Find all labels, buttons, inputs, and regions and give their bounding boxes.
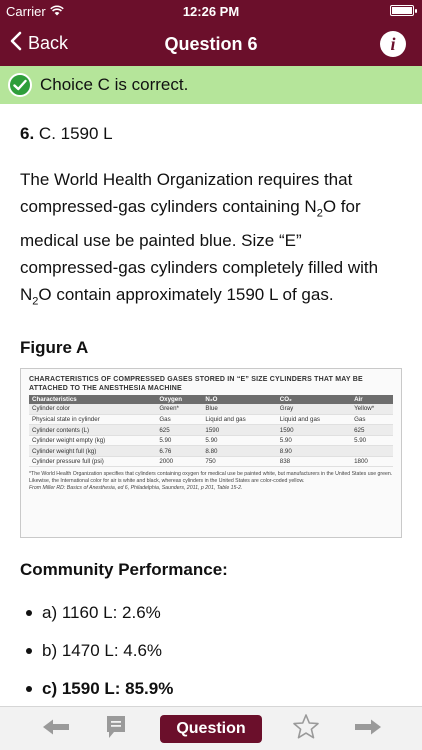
explanation-part-1: The World Health Organization requires t… — [20, 170, 353, 216]
table-cell: 6.76 — [156, 445, 203, 457]
question-number: 6. — [20, 124, 35, 143]
table-cell — [351, 445, 393, 457]
battery-icon — [390, 5, 417, 16]
bullet-icon — [26, 610, 32, 617]
top-bar: Carrier 12:26 PM Back Question 6 i — [0, 0, 422, 66]
navigation-bar: Back Question 6 i — [0, 22, 422, 66]
star-icon — [292, 713, 320, 745]
arrow-right-icon — [353, 718, 383, 741]
table-cell: 5.90 — [202, 435, 277, 447]
arrow-left-icon — [41, 718, 71, 741]
table-cell: 2000 — [156, 456, 203, 468]
correct-answer: 6. C. 1590 L — [20, 124, 402, 144]
table-cell: Gray — [276, 403, 352, 415]
table-cell: Liquid and gas — [276, 414, 352, 426]
figure-source: From Miller RD: Basics of Anesthesia, ed… — [29, 485, 243, 492]
table-cell: Cylinder color — [29, 403, 157, 415]
table-cell: Physical state in cylinder — [29, 414, 157, 426]
choice-a-stat: a) 1160 L: 2.6% — [42, 603, 161, 623]
bottom-toolbar: Question — [0, 706, 422, 750]
notes-button[interactable] — [102, 715, 130, 743]
previous-button[interactable] — [38, 715, 74, 743]
table-cell: Cylinder weight empty (kg) — [29, 435, 157, 447]
table-cell: 1590 — [276, 424, 352, 436]
choice-b-stat: b) 1470 L: 4.6% — [42, 641, 163, 661]
explanation-content: 6. C. 1590 L The World Health Organizati… — [20, 104, 402, 716]
list-item: c) 1590 L: 85.9% — [20, 678, 402, 701]
figure-table-body: Cylinder color Green* Blue Gray Yellow* Physi… — [29, 403, 393, 468]
table-row: Cylinder weight full (kg) 6.76 8.80 8.90 — [29, 445, 393, 457]
list-item: b) 1470 L: 4.6% — [20, 640, 402, 663]
table-cell: 5.90 — [156, 435, 203, 447]
explanation-part-3: O contain approximately 1590 L of gas. — [38, 285, 334, 305]
table-cell: Cylinder pressure full (psi) — [29, 456, 157, 468]
table-row: Cylinder contents (L) 625 1590 1590 625 — [29, 424, 393, 436]
figure-image[interactable]: CHARACTERISTICS OF COMPRESSED GASES STOR… — [20, 367, 402, 538]
figure-footnote: *The World Health Organization specifies… — [29, 471, 393, 484]
table-cell: Gas — [156, 414, 203, 426]
table-cell: Green* — [156, 403, 203, 415]
table-cell: Cylinder weight full (kg) — [29, 445, 157, 457]
next-button[interactable] — [350, 715, 386, 743]
table-cell: Gas — [351, 414, 393, 426]
explanation-text: The World Health Organization requires t… — [20, 166, 402, 316]
table-row: Cylinder weight empty (kg) 5.90 5.90 5.90 5.… — [29, 435, 393, 447]
table-row: Cylinder color Green* Blue Gray Yellow* — [29, 403, 393, 415]
table-cell: 1590 — [202, 424, 277, 436]
figure-table: Characteristics Oxygen N₂O CO₂ Air Cylinder … — [29, 394, 393, 468]
table-cell: 625 — [351, 424, 393, 436]
figure-heading: Figure A — [20, 337, 89, 357]
info-icon[interactable]: i — [380, 31, 406, 57]
figure-column-header: CO₂ — [276, 394, 352, 404]
community-list: a) 1160 L: 2.6% b) 1470 L: 4.6% c) 1590 … — [20, 602, 402, 701]
status-time: 12:26 PM — [182, 4, 240, 19]
notes-icon — [104, 714, 128, 745]
bullet-icon — [26, 648, 32, 655]
table-cell: Yellow* — [351, 403, 393, 415]
community-heading: Community Performance: — [20, 559, 228, 579]
table-cell: 625 — [156, 424, 203, 436]
bullet-icon — [26, 686, 32, 693]
table-cell: 5.90 — [351, 435, 393, 447]
table-cell: 5.90 — [276, 435, 352, 447]
result-banner: Choice C is correct. — [0, 66, 422, 104]
table-cell: 838 — [276, 456, 352, 468]
figure-title: CHARACTERISTICS OF COMPRESSED GASES STOR… — [29, 375, 363, 392]
answer-text: C. 1590 L — [38, 124, 113, 143]
status-bar: Carrier 12:26 PM — [0, 0, 422, 22]
check-circle-icon — [8, 73, 32, 97]
table-row: Physical state in cylinder Gas Liquid and … — [29, 414, 393, 426]
figure-column-header: Characteristics — [29, 394, 157, 404]
bookmark-button[interactable] — [290, 713, 322, 745]
table-cell: 8.80 — [202, 445, 277, 457]
table-cell: 1800 — [351, 456, 393, 468]
table-cell: 8.90 — [276, 445, 352, 457]
result-text: Choice C is correct. — [40, 75, 189, 94]
table-cell: Blue — [202, 403, 277, 415]
question-button[interactable]: Question — [160, 715, 262, 743]
table-cell: 750 — [202, 456, 277, 468]
page-title: Question 6 — [164, 34, 258, 54]
table-cell: Cylinder contents (L) — [29, 424, 157, 436]
figure-column-header: Oxygen — [156, 394, 203, 404]
table-row: Cylinder pressure full (psi) 2000 750 838 18… — [29, 456, 393, 468]
figure-table-header: Characteristics Oxygen N₂O CO₂ Air — [29, 394, 393, 404]
figure-column-header: N₂O — [202, 394, 277, 404]
list-item: a) 1160 L: 2.6% — [20, 602, 402, 625]
choice-c-stat: c) 1590 L: 85.9% — [42, 679, 174, 699]
table-cell: Liquid and gas — [202, 414, 277, 426]
figure-column-header: Air — [351, 394, 393, 404]
